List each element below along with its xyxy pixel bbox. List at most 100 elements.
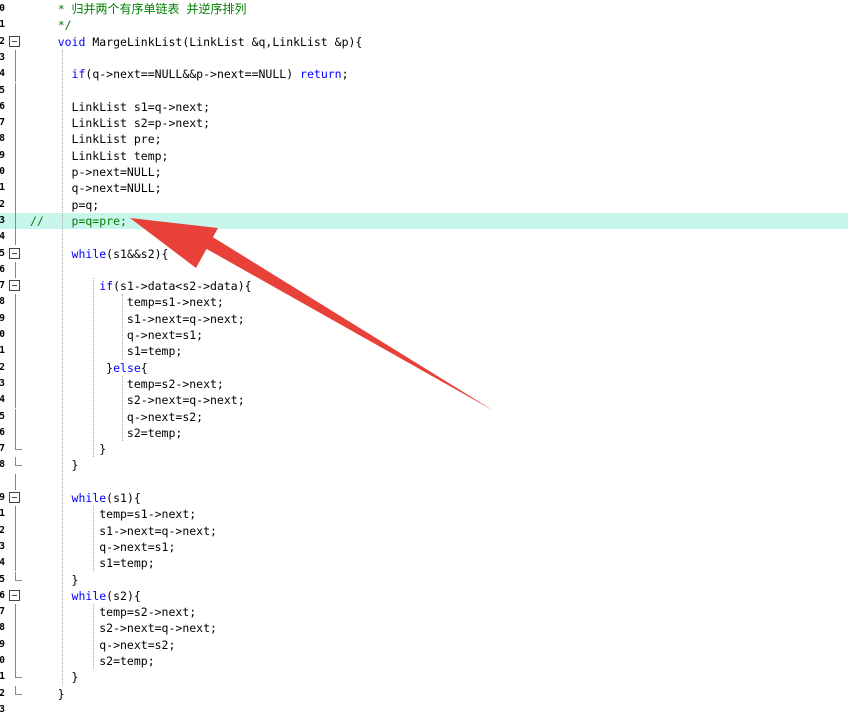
line-number: 3 xyxy=(0,377,5,389)
code-text: LinkList pre; xyxy=(30,132,162,147)
line-number: 5 xyxy=(0,247,5,259)
code-text: q->next=s2; xyxy=(30,409,204,424)
code-line[interactable]: 4 s1=temp; xyxy=(0,555,848,572)
line-number: 0 xyxy=(0,329,5,340)
line-number: 3 xyxy=(0,540,5,552)
code-line[interactable]: 1 */ xyxy=(0,17,848,33)
code-line[interactable]: 3 q->next=s1; xyxy=(0,538,848,556)
code-line[interactable]: 5 while(s1&&s2){ xyxy=(0,246,848,262)
code-text: LinkList temp; xyxy=(30,148,169,163)
code-line[interactable]: 2 } xyxy=(0,685,848,702)
code-line[interactable]: 0 q->next=s1; xyxy=(0,327,848,344)
fold-guide xyxy=(15,310,16,327)
fold-guide xyxy=(15,115,16,132)
line-number: 2 xyxy=(0,361,5,373)
code-text: s2->next=q->next; xyxy=(30,621,217,636)
fold-toggle-icon[interactable] xyxy=(9,35,20,47)
line-number: 2 xyxy=(0,198,5,210)
fold-guide xyxy=(15,82,16,99)
code-line[interactable]: 1 temp=s1->next; xyxy=(0,506,848,523)
code-text: if(q->next==NULL&&p->next==NULL) return; xyxy=(71,67,349,82)
code-line[interactable]: 5 xyxy=(0,82,848,99)
line-number: 8 xyxy=(0,459,5,471)
code-line[interactable]: 8 LinkList pre; xyxy=(0,131,848,148)
code-line[interactable]: 3 xyxy=(0,702,848,718)
line-number: 6 xyxy=(0,263,5,275)
code-text: while(s1&&s2){ xyxy=(71,246,169,261)
line-number: 9 xyxy=(0,638,5,650)
code-line[interactable]: 7 temp=s2->next; xyxy=(0,604,848,621)
fold-end-marker xyxy=(15,685,22,695)
code-line[interactable]: 6 LinkList s1=q->next; xyxy=(0,98,848,116)
fold-guide xyxy=(15,408,16,425)
code-line[interactable]: 7 } xyxy=(0,441,848,457)
fold-end-marker xyxy=(15,441,22,451)
fold-toggle-icon[interactable] xyxy=(9,247,20,259)
code-line[interactable]: 6 s2=temp; xyxy=(0,424,848,442)
code-line[interactable]: 1 q->next=NULL; xyxy=(0,180,848,197)
code-line[interactable]: 3 // p=q=pre; xyxy=(0,212,848,230)
code-line[interactable]: 3 temp=s2->next; xyxy=(0,375,848,393)
line-number: 4 xyxy=(0,68,5,80)
line-number: 1 xyxy=(0,182,5,194)
fold-toggle-icon[interactable] xyxy=(9,589,20,601)
code-line[interactable]: 6 xyxy=(0,261,848,279)
line-number: 7 xyxy=(0,443,5,455)
code-line[interactable]: 7 if(s1->data<s2->data){ xyxy=(0,278,848,294)
code-line[interactable]: 8 temp=s1->next; xyxy=(0,294,848,311)
code-text: s1=temp; xyxy=(30,344,183,359)
line-number: 6 xyxy=(0,100,5,112)
indent-guide xyxy=(122,375,123,442)
code-line[interactable]: 9 s1->next=q->next; xyxy=(0,310,848,327)
fold-guide xyxy=(15,212,16,230)
code-editor[interactable]: 0 * 归并两个有序单链表 并逆序排列 1 */2 void MargeLinkL… xyxy=(0,0,848,715)
code-line[interactable]: 8 } xyxy=(0,457,848,473)
fold-guide xyxy=(15,538,16,556)
code-line[interactable]: 0 * 归并两个有序单链表 并逆序排列 xyxy=(0,1,848,17)
fold-guide xyxy=(15,555,16,572)
code-text: } xyxy=(30,572,79,587)
fold-toggle-icon[interactable] xyxy=(9,492,20,503)
fold-guide xyxy=(15,359,16,376)
fold-guide xyxy=(15,506,16,523)
code-line[interactable]: 5 q->next=s2; xyxy=(0,408,848,425)
code-line[interactable]: 1 } xyxy=(0,669,848,685)
code-line[interactable]: 2 void MargeLinkList(LinkList &q,LinkLis… xyxy=(0,34,848,50)
code-line[interactable]: 9 LinkList temp; xyxy=(0,147,848,164)
code-line[interactable]: 3 xyxy=(0,49,848,67)
indent-guide xyxy=(122,294,123,360)
code-line[interactable] xyxy=(0,473,848,490)
code-line[interactable]: 9 while(s1){ xyxy=(0,490,848,506)
fold-toggle-icon[interactable] xyxy=(9,280,20,292)
code-line[interactable]: 4 xyxy=(0,229,848,246)
line-number: 2 xyxy=(0,35,5,47)
code-text: LinkList s2=p->next; xyxy=(30,116,211,131)
code-line[interactable]: 7 LinkList s2=p->next; xyxy=(0,115,848,132)
fold-guide xyxy=(15,196,16,213)
code-line[interactable]: 2 }else{ xyxy=(0,359,848,376)
code-text: temp=s2->next; xyxy=(30,376,224,391)
indent-guide xyxy=(93,604,94,670)
fold-guide xyxy=(15,180,16,197)
code-line[interactable]: 0 p->next=NULL; xyxy=(0,164,848,181)
code-text: } xyxy=(30,458,79,473)
line-number: 9 xyxy=(0,312,5,324)
code-line[interactable]: 4 s2->next=q->next; xyxy=(0,392,848,409)
code-line[interactable]: 2 p=q; xyxy=(0,196,848,213)
code-line[interactable]: 9 q->next=s2; xyxy=(0,636,848,653)
line-number: 4 xyxy=(0,231,5,243)
line-number: 1 xyxy=(0,345,5,357)
code-line[interactable]: 8 s2->next=q->next; xyxy=(0,620,848,637)
code-line[interactable]: 2 s1->next=q->next; xyxy=(0,522,848,539)
code-text: p->next=NULL; xyxy=(30,165,162,179)
code-line[interactable]: 4 if(q->next==NULL&&p->next==NULL) retur… xyxy=(0,66,848,83)
code-text: s1->next=q->next; xyxy=(30,523,217,538)
code-text: temp=s1->next; xyxy=(30,295,224,310)
code-line[interactable]: 0 s2=temp; xyxy=(0,653,848,670)
comment-text: */ xyxy=(30,18,72,33)
code-line[interactable]: 1 s1=temp; xyxy=(0,343,848,360)
code-line[interactable]: 5 } xyxy=(0,571,848,588)
code-text: }else{ xyxy=(30,360,148,375)
code-line[interactable]: 6 while(s2){ xyxy=(0,588,848,604)
line-number: 0 xyxy=(0,655,5,666)
